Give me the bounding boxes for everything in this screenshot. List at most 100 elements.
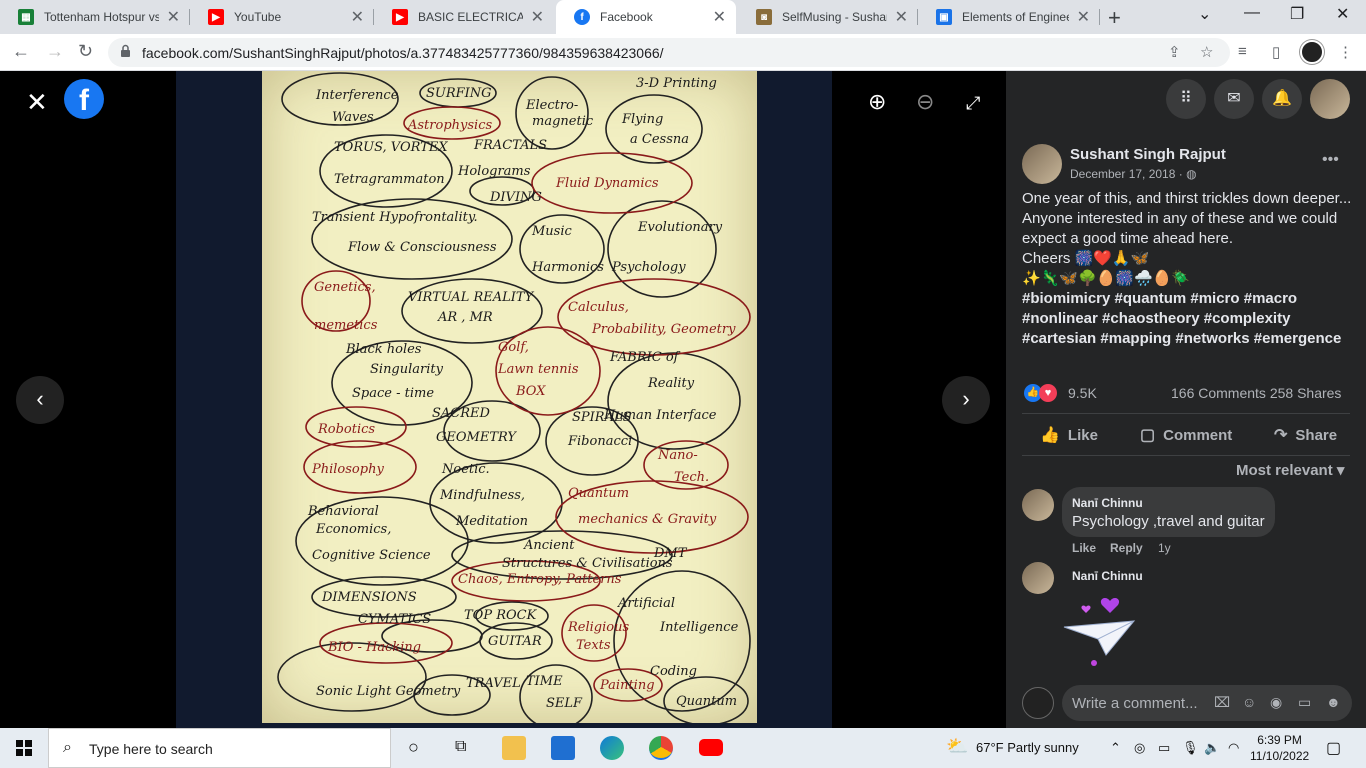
taskbar-search[interactable]: ⌕ Type here to search [48,728,391,768]
tab-selfmusing[interactable]: ◙ SelfMusing - Sushant ✕ [738,0,918,34]
fullscreen-icon[interactable]: ⤢ [966,93,980,114]
address-bar[interactable]: facebook.com/SushantSinghRajput/photos/a… [108,38,1230,67]
svg-text:Mindfulness,: Mindfulness, [439,488,525,503]
mail-icon[interactable] [551,736,575,760]
svg-text:Coding: Coding [650,664,697,679]
svg-text:Religious: Religious [567,620,629,635]
caption-hashtags[interactable]: #nonlinear #chaostheory #complexity [1022,309,1354,329]
close-tab-icon[interactable]: ✕ [531,7,544,27]
svg-text:Meditation: Meditation [455,514,528,529]
weather-text[interactable]: 67°F Partly sunny [976,740,1079,755]
svg-text:Tetragrammaton: Tetragrammaton [334,172,445,187]
previous-photo-button[interactable]: ‹ [16,376,64,424]
sort-label: Most relevant [1236,462,1333,479]
post-date[interactable]: December 17, 2018 · ◍ [1070,167,1197,181]
emoji-icon[interactable]: ☺ [1242,694,1256,710]
like-button[interactable]: 👍 Like [1040,425,1098,445]
share-page-icon[interactable]: ⇪ [1168,43,1181,61]
gif-icon[interactable]: ▭ [1298,694,1311,711]
messenger-icon[interactable]: ✉ [1214,79,1254,119]
svg-text:Texts: Texts [576,638,611,653]
meet-now-icon[interactable]: ◎ [1134,740,1145,756]
close-tab-icon[interactable]: ✕ [713,7,726,27]
forward-icon[interactable]: → [46,41,64,62]
caption-hashtags[interactable]: #biomimicry #quantum #micro #macro [1022,289,1354,309]
notification-center-icon[interactable]: ▢ [1326,738,1341,758]
windows-start-icon[interactable] [16,740,32,756]
minimize-icon[interactable]: — [1244,4,1260,22]
menu-grid-icon[interactable]: ⠿ [1166,79,1206,119]
tab-elements[interactable]: ▣ Elements of Engineeri ✕ [918,0,1100,34]
edge-icon[interactable] [600,736,624,760]
commenter-name[interactable]: Nanī Chinnu [1072,569,1143,583]
profile-avatar[interactable] [1300,40,1324,64]
volume-icon[interactable]: 🔈 [1204,740,1220,756]
svg-text:Fluid Dynamics: Fluid Dynamics [555,176,659,191]
file-explorer-icon[interactable] [502,736,526,760]
reactions-count[interactable]: 9.5K [1068,385,1097,401]
next-photo-button[interactable]: › [942,376,990,424]
svg-text:Golf,: Golf, [498,340,529,355]
svg-text:Holograms: Holograms [457,164,531,179]
taskbar-clock[interactable]: 6:39 PM 11/10/2022 [1250,732,1309,764]
avatar-sticker-icon[interactable]: ☻ [1326,694,1341,710]
zoom-out-icon[interactable]: ⊖ [916,89,934,115]
back-icon[interactable]: ← [12,41,30,62]
restore-icon[interactable]: ❐ [1290,4,1304,24]
reload-icon[interactable]: ↻ [78,41,93,62]
tab-basic-electrical[interactable]: ▶ BASIC ELECTRICAL & I ✕ [374,0,554,34]
comment-sort-dropdown[interactable]: Most relevant ▾ [1236,461,1344,479]
comment-button[interactable]: ▢ Comment [1140,425,1232,445]
cortana-icon[interactable]: ○ [408,737,419,758]
sticker-icon[interactable]: ⌧ [1214,694,1230,711]
zoom-in-icon[interactable]: ⊕ [868,89,886,115]
notifications-bell-icon[interactable]: 🔔 [1262,79,1302,119]
microphone-icon[interactable]: 🎙 [1182,740,1199,756]
chrome-menu-icon[interactable]: ⋮ [1338,43,1353,61]
show-hidden-icons[interactable]: ⌃ [1110,740,1121,756]
share-arrow-icon: ↷ [1274,427,1288,444]
reading-list-icon[interactable]: ≡ [1238,43,1247,60]
comment-label: Comment [1163,426,1233,444]
share-button[interactable]: ↷ Share [1274,425,1337,445]
post-author-name[interactable]: Sushant Singh Rajput [1070,146,1226,163]
chrome-icon[interactable] [649,736,673,760]
post-options-button[interactable]: ••• [1322,151,1339,169]
tab-search-icon[interactable]: ⌄ [1198,4,1211,24]
tab-facebook[interactable]: f Facebook ✕ [556,0,736,34]
tab-youtube[interactable]: ▶ YouTube ✕ [190,0,374,34]
comment-reply-link[interactable]: Reply [1110,541,1143,555]
commenter-name[interactable]: Nanī Chinnu [1072,496,1143,510]
new-tab-button[interactable]: + [1108,5,1121,31]
bookmark-star-icon[interactable]: ☆ [1200,43,1213,61]
close-window-icon[interactable]: ✕ [1336,4,1349,24]
close-tab-icon[interactable]: ✕ [167,7,180,27]
caret-down-icon: ▾ [1336,462,1345,479]
reactions-summary[interactable]: 👍 ♥ [1024,384,1057,402]
close-viewer-icon[interactable]: ✕ [26,87,48,118]
wifi-icon[interactable]: ◠ [1228,740,1239,756]
author-avatar[interactable] [1022,144,1062,184]
close-tab-icon[interactable]: ✕ [895,7,908,27]
side-panel-icon[interactable]: ▯ [1272,43,1280,61]
your-avatar[interactable] [1022,687,1054,719]
comment-input[interactable]: Write a comment... ⌧ ☺ ◉ ▭ ☻ [1062,685,1352,721]
comment-time[interactable]: 1y [1158,541,1171,555]
tab-tottenham[interactable]: ▦ Tottenham Hotspur vs ✕ [0,0,190,34]
close-tab-icon[interactable]: ✕ [1077,7,1090,27]
camera-icon[interactable]: ◉ [1270,694,1282,711]
youtube-app-icon[interactable] [699,739,723,756]
comments-shares-count[interactable]: 166 Comments 258 Shares [1171,385,1341,401]
svg-text:GEOMETRY: GEOMETRY [436,430,517,445]
account-avatar[interactable] [1310,79,1350,119]
youtube-icon: ▶ [392,9,408,25]
comment-like-link[interactable]: Like [1072,541,1096,555]
globe-icon: ◍ [1186,167,1197,181]
battery-icon[interactable]: ▭ [1158,740,1170,756]
facebook-logo[interactable]: f [64,79,104,119]
caption-hashtags[interactable]: #cartesian #mapping #networks #emergence [1022,329,1354,349]
commenter-avatar[interactable] [1022,562,1054,594]
close-tab-icon[interactable]: ✕ [351,7,364,27]
task-view-icon[interactable]: ⧉ [455,738,466,756]
commenter-avatar[interactable] [1022,489,1054,521]
